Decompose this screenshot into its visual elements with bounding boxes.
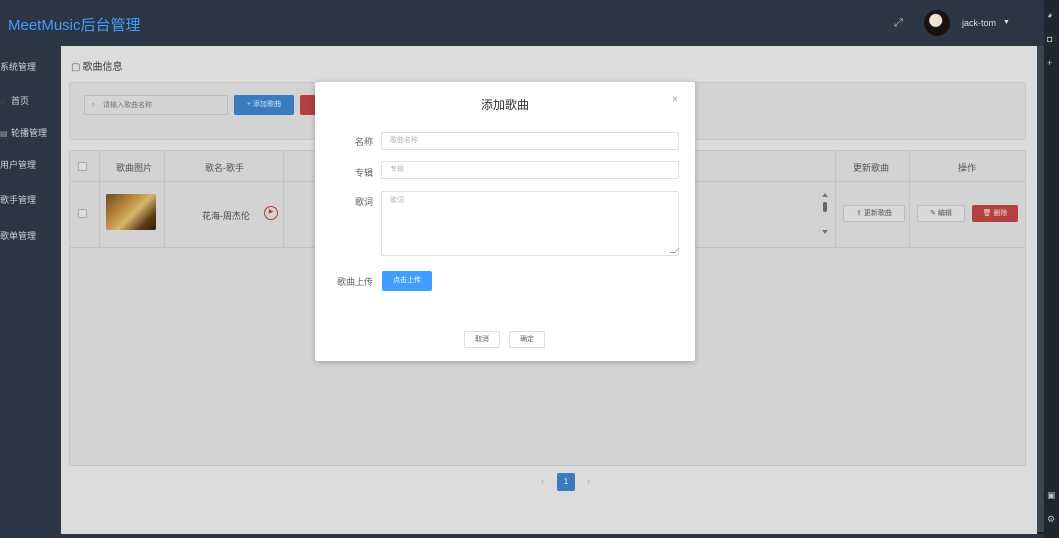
close-icon[interactable]: × [672, 94, 678, 105]
add-song-dialog: 添加歌曲 × 名称 歌曲名称 专辑 专辑 歌词 歌词 歌曲上传 点击上传 取消 … [315, 82, 695, 361]
album-label: 专辑 [354, 168, 373, 178]
cancel-button[interactable]: 取消 [464, 331, 500, 348]
lyrics-label: 歌词 [354, 197, 373, 207]
dialog-title: 添加歌曲 [480, 98, 529, 112]
modal-overlay: 添加歌曲 × 名称 歌曲名称 专辑 专辑 歌词 歌词 歌曲上传 点击上传 取消 … [0, 0, 1059, 538]
confirm-button[interactable]: 确定 [509, 331, 545, 348]
upload-label: 歌曲上传 [336, 277, 373, 287]
song-name-field[interactable]: 歌曲名称 [381, 132, 679, 150]
name-label: 名称 [354, 137, 373, 147]
album-field[interactable]: 专辑 [381, 161, 679, 179]
upload-button[interactable]: 点击上传 [382, 271, 432, 291]
lyrics-field[interactable]: 歌词 [381, 191, 679, 256]
